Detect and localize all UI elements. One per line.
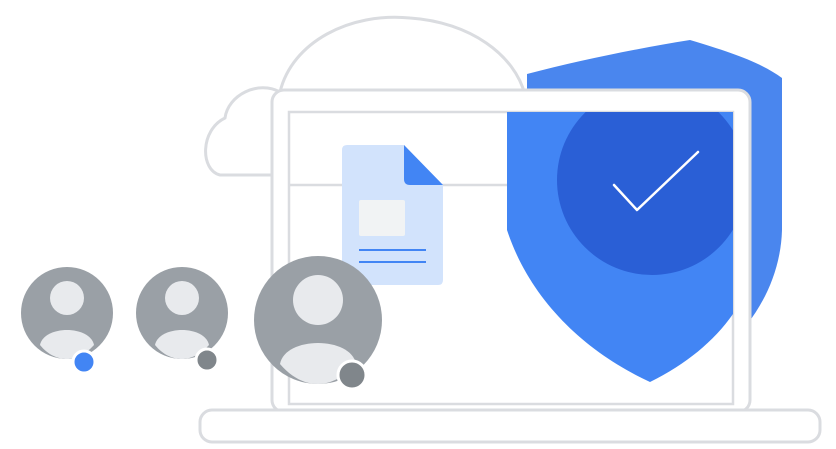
user-avatar-2 bbox=[136, 267, 228, 373]
security-illustration bbox=[0, 0, 836, 449]
user-avatar-1 bbox=[21, 267, 113, 375]
status-indicator-inactive bbox=[194, 347, 220, 373]
status-indicator-active bbox=[71, 349, 97, 375]
illustration-canvas bbox=[21, 15, 822, 444]
status-indicator-inactive bbox=[336, 359, 368, 391]
